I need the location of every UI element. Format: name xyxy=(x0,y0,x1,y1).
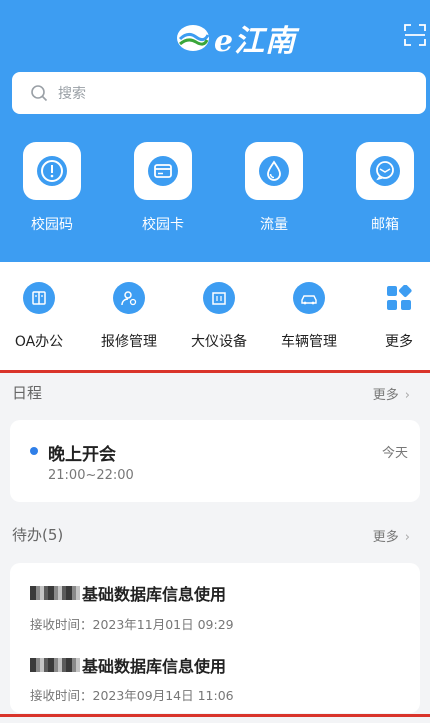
event-dot xyxy=(30,447,38,455)
todo-more-link[interactable]: 更多 › xyxy=(373,526,410,545)
service-label: 更多 xyxy=(385,334,413,350)
service-oa-office[interactable]: OA办公 xyxy=(0,282,84,351)
todo-title-text: 基础数据库信息使用 xyxy=(82,585,227,604)
data-drop-icon xyxy=(259,156,289,186)
repair-icon xyxy=(113,282,145,314)
scan-icon[interactable] xyxy=(404,24,426,46)
service-more[interactable]: 更多 xyxy=(354,282,430,351)
tile-label: 校园码 xyxy=(31,217,73,233)
todo-card: 基础数据库信息使用 接收时间：2023年11月01日 09:29 基础数据库信息… xyxy=(10,563,420,713)
search-bar[interactable]: 搜索 xyxy=(12,72,426,114)
logo-text: e江南 xyxy=(214,24,297,59)
oa-office-icon xyxy=(23,282,55,314)
equipment-icon xyxy=(203,282,235,314)
todo-section-title: 待办(5) xyxy=(12,526,64,544)
schedule-card[interactable]: 晚上开会 21:00~22:00 今天 xyxy=(10,420,420,502)
todo-item-title[interactable]: 基础数据库信息使用 xyxy=(30,653,226,677)
campus-code-icon xyxy=(37,156,67,186)
wave-logo-icon xyxy=(177,25,210,51)
tile-campus-card[interactable]: 校园卡 xyxy=(133,142,193,234)
mail-icon xyxy=(370,156,400,186)
search-icon xyxy=(31,85,48,102)
grid-more-icon xyxy=(383,282,415,314)
search-placeholder: 搜索 xyxy=(58,86,86,102)
todo-title-text: 基础数据库信息使用 xyxy=(82,657,227,676)
services-grid: OA办公 报修管理 大仪设备 车辆管理 更多 xyxy=(0,262,430,370)
redacted-block xyxy=(30,586,80,600)
service-vehicle[interactable]: 车辆管理 xyxy=(264,282,354,351)
tile-label: 校园卡 xyxy=(142,217,184,233)
more-label: 更多 xyxy=(372,388,399,403)
highlight-border-bottom xyxy=(0,714,430,717)
service-equipment[interactable]: 大仪设备 xyxy=(174,282,264,351)
schedule-section-title: 日程 xyxy=(12,384,43,402)
service-label: 大仪设备 xyxy=(191,334,247,350)
vehicle-icon xyxy=(293,282,325,314)
tile-data-usage[interactable]: 流量 xyxy=(244,142,304,234)
service-label: 报修管理 xyxy=(101,334,157,350)
service-label: 车辆管理 xyxy=(281,334,337,350)
highlight-border-top xyxy=(0,370,430,373)
todo-received-time: 接收时间：2023年09月14日 11:06 xyxy=(30,688,234,703)
event-time: 21:00~22:00 xyxy=(48,468,134,483)
redacted-block xyxy=(30,658,80,672)
schedule-more-link[interactable]: 更多 › xyxy=(373,384,410,403)
app-logo: e江南 xyxy=(176,20,296,59)
tile-label: 流量 xyxy=(260,217,288,233)
todo-item-title[interactable]: 基础数据库信息使用 xyxy=(30,581,226,605)
service-repair[interactable]: 报修管理 xyxy=(84,282,174,351)
chevron-right-icon: › xyxy=(404,530,410,545)
todo-received-time: 接收时间：2023年11月01日 09:29 xyxy=(30,617,234,632)
event-day: 今天 xyxy=(381,446,408,461)
tile-label: 邮箱 xyxy=(371,217,399,233)
event-title: 晚上开会 xyxy=(48,445,116,465)
campus-card-icon xyxy=(148,156,178,186)
tile-mail[interactable]: 邮箱 xyxy=(355,142,415,234)
tile-campus-code[interactable]: 校园码 xyxy=(22,142,82,234)
more-label: 更多 xyxy=(372,530,399,545)
chevron-right-icon: › xyxy=(404,388,410,403)
header: e江南 搜索 校园码 校园卡 流量 邮箱 xyxy=(0,0,430,262)
service-label: OA办公 xyxy=(14,334,64,350)
